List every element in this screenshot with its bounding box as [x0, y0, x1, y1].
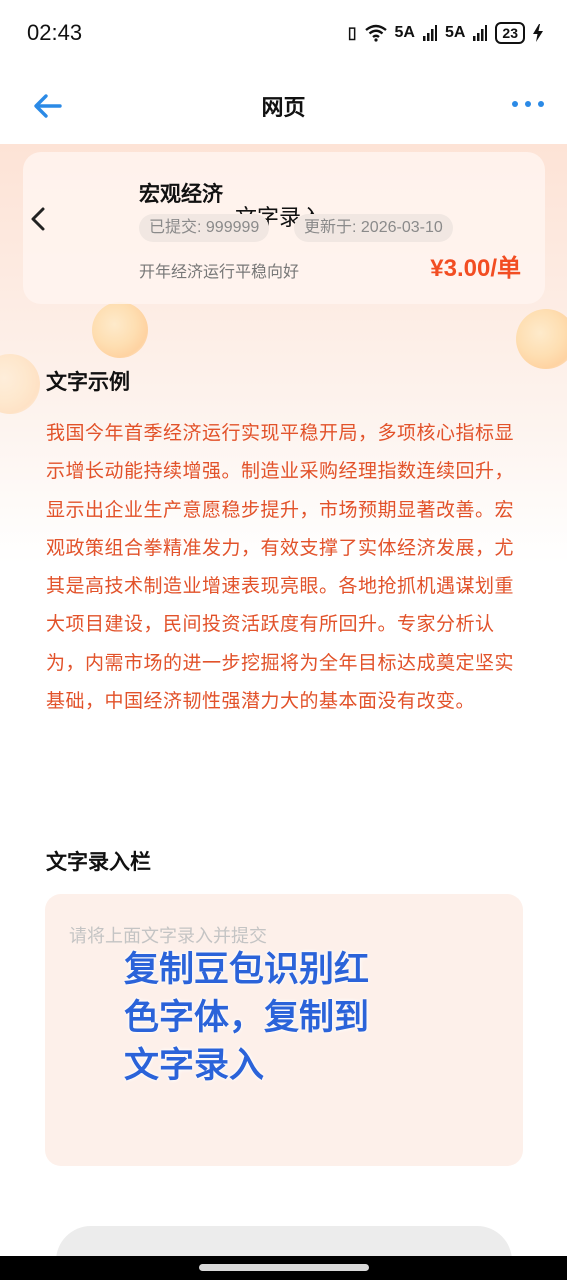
status-bar: 02:43 ▯ 5A 5A 23: [0, 0, 567, 68]
coin-decoration: [92, 302, 148, 358]
nav-bar: 网页: [0, 68, 567, 144]
signal-2-icon: [473, 25, 488, 41]
status-icons: ▯ 5A 5A 23: [348, 22, 543, 44]
entry-section-title: 文字录入栏: [46, 850, 151, 874]
task-description: 开年经济运行平稳向好: [139, 262, 300, 281]
vibrate-icon: ▯: [347, 25, 357, 42]
battery-level: 23: [495, 22, 525, 44]
task-title: 宏观经济: [139, 182, 223, 206]
chevron-left-icon[interactable]: [27, 204, 51, 234]
signal-1-label: 5A: [394, 24, 415, 41]
home-bar-area: [0, 1256, 567, 1280]
submitted-count-badge: 已提交: 999999: [139, 214, 270, 242]
signal-1-icon: [422, 25, 437, 41]
charging-icon: [533, 24, 543, 42]
main-content: 宏观经济 文字录入 已提交: 999999 更新于: 2026-03-10 开年…: [0, 144, 567, 1280]
status-time: 02:43: [27, 20, 83, 45]
overlay-note: 复制豆包识别红色字体，复制到文字录入: [124, 950, 370, 1086]
updated-date-badge: 更新于: 2026-03-10: [294, 214, 453, 242]
signal-2-label: 5A: [444, 24, 466, 41]
sample-section-title: 文字示例: [46, 370, 130, 394]
coin-decoration: [516, 309, 567, 369]
coin-decoration: [0, 354, 40, 414]
page-title: 网页: [261, 96, 306, 121]
home-indicator[interactable]: [199, 1264, 369, 1271]
more-dots-icon[interactable]: [511, 96, 545, 112]
sample-text: 我国今年首季经济运行实现平稳开局，多项核心指标显示增长动能持续增强。制造业采购经…: [46, 422, 515, 713]
wifi-icon: [364, 24, 387, 42]
task-card: 宏观经济 文字录入 已提交: 999999 更新于: 2026-03-10 开年…: [23, 152, 545, 304]
task-price: ¥3.00/单: [430, 255, 521, 282]
